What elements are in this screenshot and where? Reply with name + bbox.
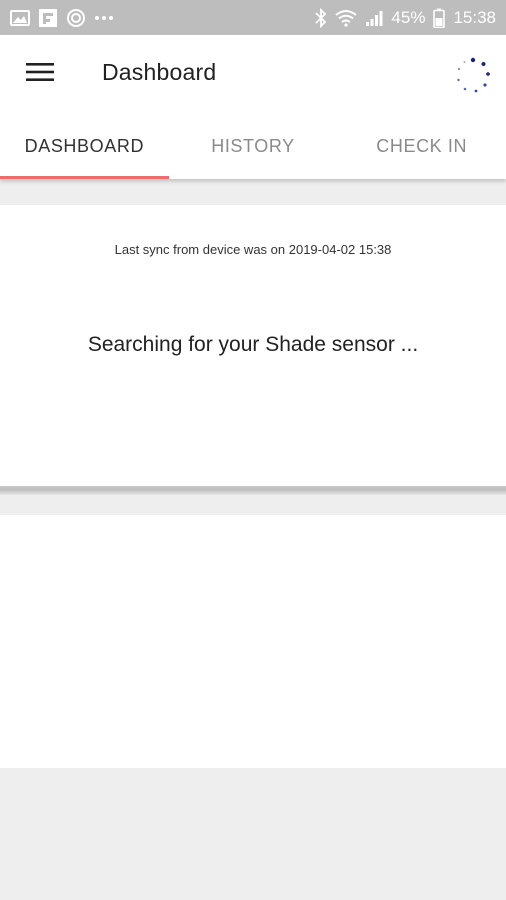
status-left-icons xyxy=(10,8,114,28)
status-time: 15:38 xyxy=(453,7,496,27)
flipboard-icon xyxy=(38,8,58,28)
searching-sensor-text: Searching for your Shade sensor ... xyxy=(87,333,419,356)
signal-icon xyxy=(365,9,383,27)
status-right-icons: 45% 15:38 xyxy=(315,7,496,28)
more-dots-icon xyxy=(94,15,114,21)
card-divider xyxy=(0,486,506,495)
sync-status-card: Last sync from device was on 2019-04-02 … xyxy=(0,205,506,486)
tab-dashboard[interactable]: DASHBOARD xyxy=(0,113,169,179)
battery-percent: 45% xyxy=(391,7,426,27)
sync-icon xyxy=(66,8,86,28)
hamburger-menu-icon xyxy=(26,62,54,87)
bluetooth-icon xyxy=(315,7,327,28)
app-bar: Dashboard xyxy=(0,35,506,113)
status-bar: 45% 15:38 xyxy=(0,0,506,35)
battery-icon xyxy=(433,8,446,28)
gallery-icon xyxy=(10,9,30,27)
page-title: Dashboard xyxy=(102,59,217,85)
tab-check-in[interactable]: CHECK IN xyxy=(337,113,506,179)
loading-spinner-icon xyxy=(452,55,494,97)
tab-history[interactable]: HISTORY xyxy=(169,113,338,179)
content-panel xyxy=(0,515,506,768)
hamburger-menu-button[interactable] xyxy=(22,59,58,89)
wifi-icon xyxy=(335,9,358,27)
last-sync-text: Last sync from device was on 2019-04-02 … xyxy=(114,242,392,257)
tab-bar: DASHBOARD HISTORY CHECK IN xyxy=(0,113,506,179)
